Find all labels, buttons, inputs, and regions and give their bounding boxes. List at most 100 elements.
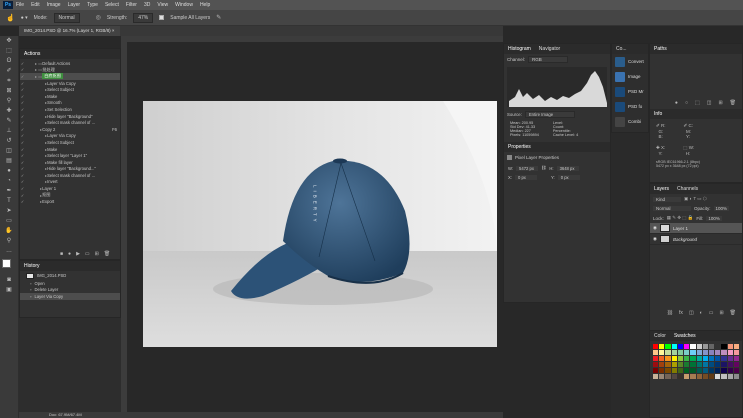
check-icon[interactable]: ✓ <box>20 120 25 125</box>
action-row[interactable]: ✓ ▸ Set Selection <box>20 106 120 113</box>
tool-preset-icon[interactable]: ☝ <box>6 14 15 22</box>
filter-icons[interactable]: ▣ ◐ T ▭ ⬡ <box>684 196 707 202</box>
menu-view[interactable]: View <box>157 2 168 8</box>
action-row[interactable]: ✓ ▸ Select mask channel of ... <box>20 172 120 179</box>
swatch[interactable] <box>653 356 659 361</box>
swatch[interactable] <box>659 356 665 361</box>
script-item-psd-mr[interactable]: PSD Mr <box>612 84 648 99</box>
check-icon[interactable]: ✓ <box>20 61 25 66</box>
new-group-icon[interactable]: ▭ <box>709 310 714 316</box>
swatch[interactable] <box>733 374 739 379</box>
blend-mode-select[interactable]: Normal <box>653 206 691 211</box>
quick-select-icon[interactable]: ✐ <box>6 68 13 75</box>
new-set-icon[interactable]: ▭ <box>85 251 90 257</box>
swatch[interactable] <box>733 350 739 355</box>
link-layers-icon[interactable]: ⛓ <box>667 310 673 316</box>
strength-input[interactable]: 47% <box>133 12 154 23</box>
folder-icon[interactable]: ▸ ▭ <box>35 74 42 79</box>
swatch[interactable] <box>677 356 684 361</box>
x-input[interactable]: 0 px <box>514 175 537 180</box>
check-icon[interactable]: ✓ <box>20 81 25 86</box>
new-action-icon[interactable]: ⊞ <box>95 251 99 257</box>
color-tab[interactable]: Color <box>654 333 666 339</box>
healing-brush-icon[interactable]: ✚ <box>6 108 13 115</box>
menu-select[interactable]: Select <box>105 2 119 8</box>
mode-select[interactable]: Normal <box>53 12 80 23</box>
layer-kind-select[interactable]: Kind <box>653 196 681 202</box>
action-row[interactable]: ✓ ▸ Layer Via Copy <box>20 80 120 87</box>
play-icon[interactable]: ▶ <box>76 251 80 257</box>
check-icon[interactable]: ✓ <box>20 153 25 158</box>
more-tools-icon[interactable]: … <box>6 248 13 255</box>
action-row[interactable]: ✓ ▸ Select Subject <box>20 86 120 93</box>
swatch[interactable] <box>727 344 733 349</box>
swatch[interactable] <box>702 356 708 361</box>
shape-icon[interactable]: ▭ <box>6 218 13 225</box>
layers-tab[interactable]: Layers <box>654 186 669 192</box>
dodge-icon[interactable]: ◔ <box>6 178 13 185</box>
pen-icon[interactable]: ✒ <box>6 188 13 195</box>
add-mask-icon[interactable]: ◫ <box>707 100 712 106</box>
swatch[interactable] <box>702 368 708 373</box>
action-row[interactable]: ✓ ▸ Copy 2 F6 <box>20 126 120 133</box>
fill-path-icon[interactable]: ● <box>675 100 678 106</box>
document-tab[interactable]: IMG_2014.PSD @ 16.7% (Layer 1, RGB/8) × <box>19 26 120 36</box>
pressure-icon[interactable]: ◎ <box>96 14 101 21</box>
check-icon[interactable]: ✓ <box>20 179 25 184</box>
photoshop-logo[interactable]: Ps <box>3 1 13 9</box>
swatch[interactable] <box>653 344 659 349</box>
properties-tab[interactable]: Properties <box>508 144 531 150</box>
swatch[interactable] <box>671 350 677 355</box>
channel-select[interactable]: RGB <box>528 56 569 63</box>
add-mask-icon[interactable]: ◫ <box>689 310 694 316</box>
new-path-icon[interactable]: ⊞ <box>718 100 722 106</box>
swatch[interactable] <box>653 368 659 373</box>
swatch[interactable] <box>708 356 715 361</box>
swatch[interactable] <box>690 362 696 367</box>
action-row[interactable]: ✓ ▸ Select mask channel of ... <box>20 119 120 126</box>
swatch[interactable] <box>665 344 671 349</box>
lock-icons[interactable]: ▦ ✎ ✥ ⬚ 🔒 <box>667 215 694 221</box>
navigator-tab[interactable]: Navigator <box>539 46 560 52</box>
menu-filter[interactable]: Filter <box>126 2 137 8</box>
menu-file[interactable]: File <box>16 2 24 8</box>
swatch[interactable] <box>665 374 671 379</box>
menu-edit[interactable]: Edit <box>31 2 40 8</box>
opacity-input[interactable]: 100% <box>713 206 730 211</box>
check-icon[interactable]: ✓ <box>20 100 25 105</box>
stop-icon[interactable]: ■ <box>60 251 63 257</box>
swatch[interactable] <box>659 374 665 379</box>
close-icon[interactable]: × <box>112 28 115 33</box>
swatch[interactable] <box>696 356 702 361</box>
sample-all-checkbox[interactable] <box>159 15 165 20</box>
action-row[interactable]: ✓ ▸ Hide layer "Background" <box>20 113 120 120</box>
swatch[interactable] <box>677 344 684 349</box>
script-item-combi[interactable]: Combi <box>612 114 648 129</box>
swatch[interactable] <box>684 344 690 349</box>
check-icon[interactable]: ✓ <box>20 133 25 138</box>
layer-row-layer-1[interactable]: ◉ Layer 1 <box>650 223 742 234</box>
menu-layer[interactable]: Layer <box>68 2 81 8</box>
history-item[interactable]: ▫ Open <box>20 280 120 287</box>
delete-icon[interactable]: 🗑 <box>104 251 110 257</box>
check-icon[interactable]: ✓ <box>20 114 25 119</box>
swatch[interactable] <box>671 356 677 361</box>
action-row[interactable]: ✓ ▸ Make <box>20 93 120 100</box>
eye-icon[interactable]: ◉ <box>653 225 657 231</box>
swatch[interactable] <box>671 362 677 367</box>
swatch[interactable] <box>721 368 727 373</box>
swatch[interactable] <box>721 344 727 349</box>
swatch[interactable] <box>715 374 721 379</box>
swatch[interactable] <box>733 344 739 349</box>
swatch[interactable] <box>715 344 721 349</box>
swatch[interactable] <box>690 350 696 355</box>
history-tab[interactable]: History <box>24 263 40 269</box>
frame-icon[interactable]: ⊠ <box>6 88 13 95</box>
folder-icon[interactable]: ▸ ▭ <box>35 61 42 66</box>
swatch[interactable] <box>721 374 727 379</box>
type-icon[interactable]: T <box>6 198 13 205</box>
move-icon[interactable]: ✥ <box>6 38 13 45</box>
swatch[interactable] <box>671 374 677 379</box>
swatch[interactable] <box>684 362 690 367</box>
action-row[interactable]: ✓ ▸ 抠图 <box>20 192 120 199</box>
